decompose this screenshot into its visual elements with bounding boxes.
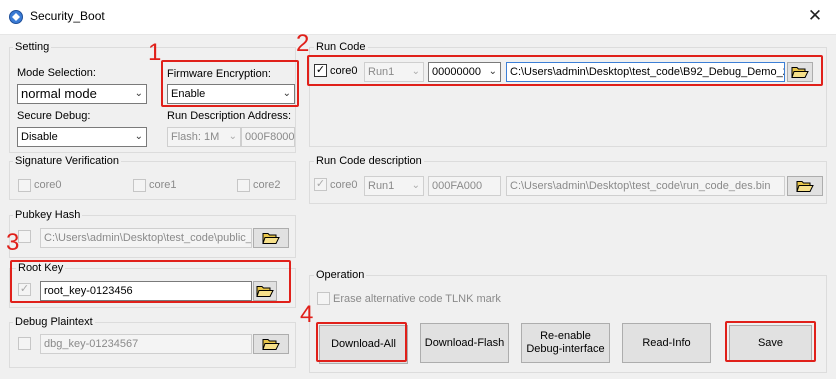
- run-code-label: Run Code: [314, 41, 368, 53]
- reenable-label-line1: Re-enable: [540, 330, 591, 342]
- folder-open-icon: [796, 181, 814, 192]
- reenable-label-line2: Debug-interface: [526, 343, 605, 355]
- run-code-description-path-field[interactable]: C:\Users\admin\Desktop\test_code\run_cod…: [506, 176, 785, 196]
- run-code-description-browse-button[interactable]: [787, 176, 823, 196]
- erase-tlnk-checkbox[interactable]: [317, 292, 330, 305]
- secure-debug-label: Secure Debug:: [17, 110, 91, 122]
- pubkey-hash-browse-button[interactable]: [253, 228, 289, 248]
- folder-open-icon: [262, 233, 280, 244]
- debug-plaintext-field[interactable]: dbg_key-01234567: [40, 334, 252, 354]
- download-flash-label: Download-Flash: [424, 336, 505, 349]
- setting-group-label: Setting: [13, 41, 52, 53]
- mode-selection-dropdown[interactable]: normal mode ⌄: [17, 84, 147, 104]
- mode-selection-value: normal mode: [21, 86, 97, 101]
- app-icon: [8, 9, 24, 25]
- run-description-address-field[interactable]: 000F8000: [241, 127, 295, 147]
- debug-plaintext-browse-button[interactable]: [253, 334, 289, 354]
- chevron-down-icon: ⌄: [134, 88, 143, 99]
- signature-core0-checkbox[interactable]: [18, 179, 31, 192]
- chevron-down-icon: ⌄: [228, 131, 237, 142]
- mode-selection-label: Mode Selection:: [17, 67, 96, 79]
- debug-plaintext-checkbox[interactable]: [18, 337, 31, 350]
- download-flash-button[interactable]: Download-Flash: [420, 323, 509, 363]
- folder-open-icon: [262, 339, 280, 350]
- pubkey-hash-checkbox[interactable]: [18, 230, 31, 243]
- highlight-box-2: [307, 55, 823, 86]
- run-code-description-label: Run Code description: [314, 155, 424, 167]
- pubkey-hash-path-field[interactable]: C:\Users\admin\Desktop\test_code\public_: [40, 228, 252, 248]
- run-code-description-run-value: Run1: [368, 180, 395, 192]
- signature-core2-checkbox[interactable]: [237, 179, 250, 192]
- signature-core2-label: core2: [253, 179, 281, 191]
- run-description-address-label: Run Description Address:: [167, 110, 292, 122]
- reenable-debug-interface-button[interactable]: Re-enable Debug-interface: [521, 323, 610, 363]
- highlight-box-save: [725, 321, 816, 362]
- debug-plaintext-label: Debug Plaintext: [13, 316, 95, 328]
- annotation-number-3: 3: [6, 229, 20, 256]
- annotation-number-2: 2: [296, 30, 310, 57]
- run-code-description-run-dropdown[interactable]: Run1 ⌄: [364, 176, 424, 196]
- highlight-box-1: [161, 60, 299, 107]
- signature-core1-label: core1: [149, 179, 177, 191]
- flash-size-value: Flash: 1M: [171, 131, 220, 143]
- signature-verification-label: Signature Verification: [13, 155, 121, 167]
- pubkey-hash-label: Pubkey Hash: [13, 209, 83, 221]
- chevron-down-icon: ⌄: [134, 131, 143, 142]
- close-icon[interactable]: ✕: [805, 6, 825, 26]
- signature-core1-checkbox[interactable]: [133, 179, 146, 192]
- operation-label: Operation: [314, 269, 367, 281]
- secure-debug-value: Disable: [21, 131, 58, 143]
- flash-size-dropdown[interactable]: Flash: 1M ⌄: [167, 127, 241, 147]
- read-info-label: Read-Info: [642, 336, 691, 349]
- highlight-box-3: [10, 260, 291, 303]
- erase-tlnk-label: Erase alternative code TLNK mark: [333, 293, 501, 305]
- annotation-number-4: 4: [300, 301, 314, 328]
- read-info-button[interactable]: Read-Info: [622, 323, 711, 363]
- run-code-description-core0-label: core0: [330, 179, 358, 191]
- secure-debug-dropdown[interactable]: Disable ⌄: [17, 127, 147, 147]
- chevron-down-icon: ⌄: [411, 180, 420, 191]
- highlight-box-4: [316, 322, 407, 362]
- window-title: Security_Boot: [30, 9, 105, 23]
- signature-core0-label: core0: [34, 179, 62, 191]
- run-code-description-address-field[interactable]: 000FA000: [428, 176, 501, 196]
- title-bar: Security_Boot ✕: [0, 0, 836, 34]
- annotation-number-1: 1: [148, 39, 162, 66]
- run-code-description-core0-checkbox[interactable]: ✓: [314, 178, 327, 191]
